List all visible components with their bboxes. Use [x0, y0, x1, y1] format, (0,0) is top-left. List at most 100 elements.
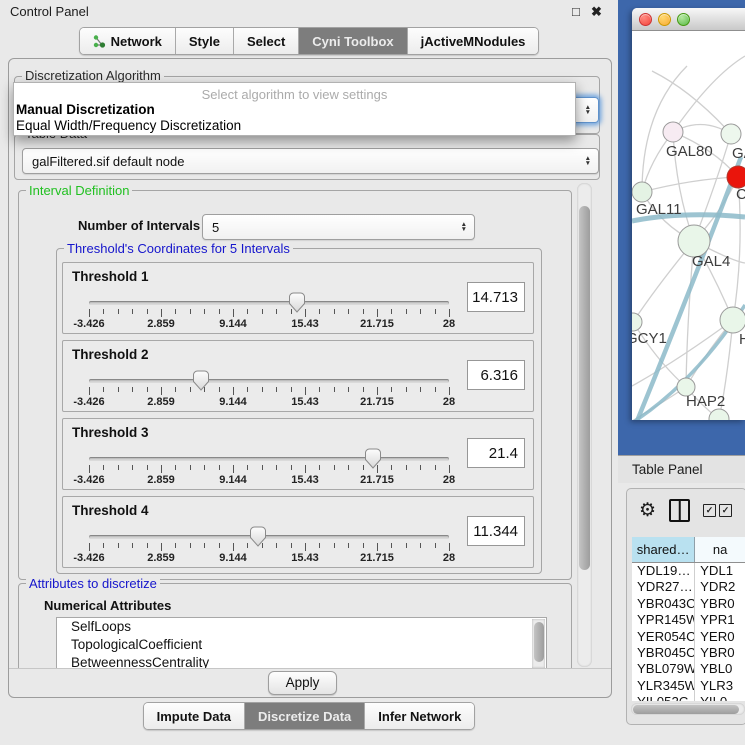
attribute-list-item[interactable]: TopologicalCoefficient [57, 636, 546, 654]
split-columns-icon[interactable] [669, 499, 690, 522]
close-icon[interactable]: ✖ [591, 4, 602, 20]
slider-tick [103, 309, 104, 314]
list-scrollbar[interactable] [532, 619, 545, 668]
network-window[interactable]: GAL80GAGAL11CGAL4GCY1HHAP2 [632, 8, 745, 420]
table-row[interactable]: YBR043CYBR0 [632, 596, 745, 612]
table-h-scrollbar-thumb[interactable] [633, 705, 739, 714]
algorithm-option-manual-discretization[interactable]: Manual Discretization [14, 102, 575, 118]
checkbox-icon[interactable]: ✓ [719, 504, 732, 517]
slider-handle[interactable] [288, 292, 306, 313]
list-scrollbar-thumb[interactable] [534, 622, 544, 662]
slider-tick [103, 465, 104, 470]
slider-track[interactable] [89, 301, 449, 305]
table-row[interactable]: YBL079WYBL0 [632, 661, 745, 677]
network-node[interactable] [709, 409, 729, 420]
attribute-list-item[interactable]: BetweennessCentrality [57, 654, 546, 668]
slider-tick-label: 9.144 [219, 318, 247, 330]
tab-label: Select [247, 34, 285, 49]
table-cell: YBL0 [695, 661, 745, 677]
slider-tick [204, 465, 205, 470]
threshold-value-field[interactable]: 21.4 [467, 438, 525, 468]
algorithm-option-equal-width-frequency-discretization[interactable]: Equal Width/Frequency Discretization [14, 118, 575, 134]
slider-tick-label: 2.859 [147, 396, 175, 408]
numerical-attributes-list[interactable]: SelfLoopsTopologicalCoefficientBetweenne… [56, 617, 547, 668]
tab-style[interactable]: Style [176, 28, 234, 54]
tab-network[interactable]: Network [80, 28, 176, 54]
slider-tick [175, 387, 176, 392]
slider-track[interactable] [89, 535, 449, 539]
network-edge [642, 177, 738, 192]
slider-tick [276, 309, 277, 314]
slider-tick [132, 387, 133, 392]
number-of-intervals-combobox[interactable]: 5 ▲▼ [202, 214, 475, 240]
threshold-value-field[interactable]: 6.316 [467, 360, 525, 390]
tab-jactivemnodules[interactable]: jActiveMNodules [408, 28, 539, 54]
zoom-traffic-light-icon[interactable] [677, 13, 690, 26]
network-node[interactable] [632, 313, 642, 331]
table-cell: YLR345W [632, 678, 695, 694]
slider-tick [219, 309, 220, 314]
gear-icon[interactable]: ⚙ [639, 499, 656, 522]
slider-track[interactable] [89, 379, 449, 383]
network-node[interactable] [663, 122, 683, 142]
tab-select[interactable]: Select [234, 28, 299, 54]
network-node[interactable] [632, 182, 652, 202]
tab-infer-network[interactable]: Infer Network [365, 703, 474, 729]
slider-tick [233, 543, 234, 551]
table-h-scrollbar[interactable] [631, 703, 745, 715]
tab-discretize-data[interactable]: Discretize Data [245, 703, 365, 729]
slider-handle[interactable] [364, 448, 382, 469]
slider-tick [391, 309, 392, 314]
slider-tick-label: 21.715 [360, 474, 394, 486]
network-node-label: HAP2 [686, 393, 725, 410]
apply-divider [9, 668, 611, 669]
table-column-header[interactable]: shared… [632, 537, 695, 562]
attribute-list-item[interactable]: SelfLoops [57, 618, 546, 636]
table-cell: YBR045C [632, 645, 695, 661]
network-canvas[interactable]: GAL80GAGAL11CGAL4GCY1HHAP2 [632, 31, 745, 420]
table-cell: YPR145W [632, 612, 695, 628]
table-toolbar: ⚙ ✓ ✓ [639, 499, 732, 522]
table-row[interactable]: YLR345WYLR3 [632, 678, 745, 694]
table-row[interactable]: YER054CYER0 [632, 629, 745, 645]
settings-scrollbar[interactable] [577, 183, 592, 667]
table-cell: YDR2 [695, 579, 745, 595]
slider-tick [103, 387, 104, 392]
apply-button[interactable]: Apply [268, 671, 337, 695]
table-row[interactable]: YDL19…YDL1 [632, 563, 745, 579]
slider-tick [319, 387, 320, 392]
table-row[interactable]: YIL052CYIL0 [632, 694, 745, 701]
slider-track[interactable] [89, 457, 449, 461]
table-cell: YIL0 [695, 694, 745, 701]
tab-cyni-toolbox[interactable]: Cyni Toolbox [299, 28, 407, 54]
slider-tick [449, 387, 450, 395]
float-icon[interactable]: □ [572, 4, 580, 19]
network-node[interactable] [727, 166, 745, 188]
threshold-value-field[interactable]: 11.344 [467, 516, 525, 546]
tab-label: Impute Data [157, 709, 231, 724]
table-row[interactable]: YBR045CYBR0 [632, 645, 745, 661]
close-traffic-light-icon[interactable] [639, 13, 652, 26]
threshold-group-title: Threshold's Coordinates for 5 Intervals [64, 242, 293, 256]
table-row[interactable]: YPR145WYPR1 [632, 612, 745, 628]
slider-handle[interactable] [192, 370, 210, 391]
minimize-traffic-light-icon[interactable] [658, 13, 671, 26]
tab-impute-data[interactable]: Impute Data [144, 703, 245, 729]
slider-handle[interactable] [249, 526, 267, 547]
slider-tick [291, 543, 292, 548]
settings-scrollbar-thumb[interactable] [579, 206, 590, 570]
table-column-header[interactable]: na [695, 537, 745, 562]
network-node[interactable] [721, 124, 741, 144]
slider-tick-label: 15.43 [291, 552, 319, 564]
checkbox-icon[interactable]: ✓ [703, 504, 716, 517]
slider-tick [363, 387, 364, 392]
network-node[interactable] [720, 307, 745, 333]
threshold-panel-4: Threshold 4-3.4262.8599.14415.4321.71528… [62, 496, 534, 568]
table-row[interactable]: YDR27…YDR2 [632, 579, 745, 595]
slider-tick [363, 543, 364, 548]
tab-label: Infer Network [378, 709, 461, 724]
table-data-combobox[interactable]: galFiltered.sif default node ▲▼ [22, 148, 599, 174]
slider-tick [118, 309, 119, 314]
network-edge [673, 56, 745, 132]
threshold-value-field[interactable]: 14.713 [467, 282, 525, 312]
